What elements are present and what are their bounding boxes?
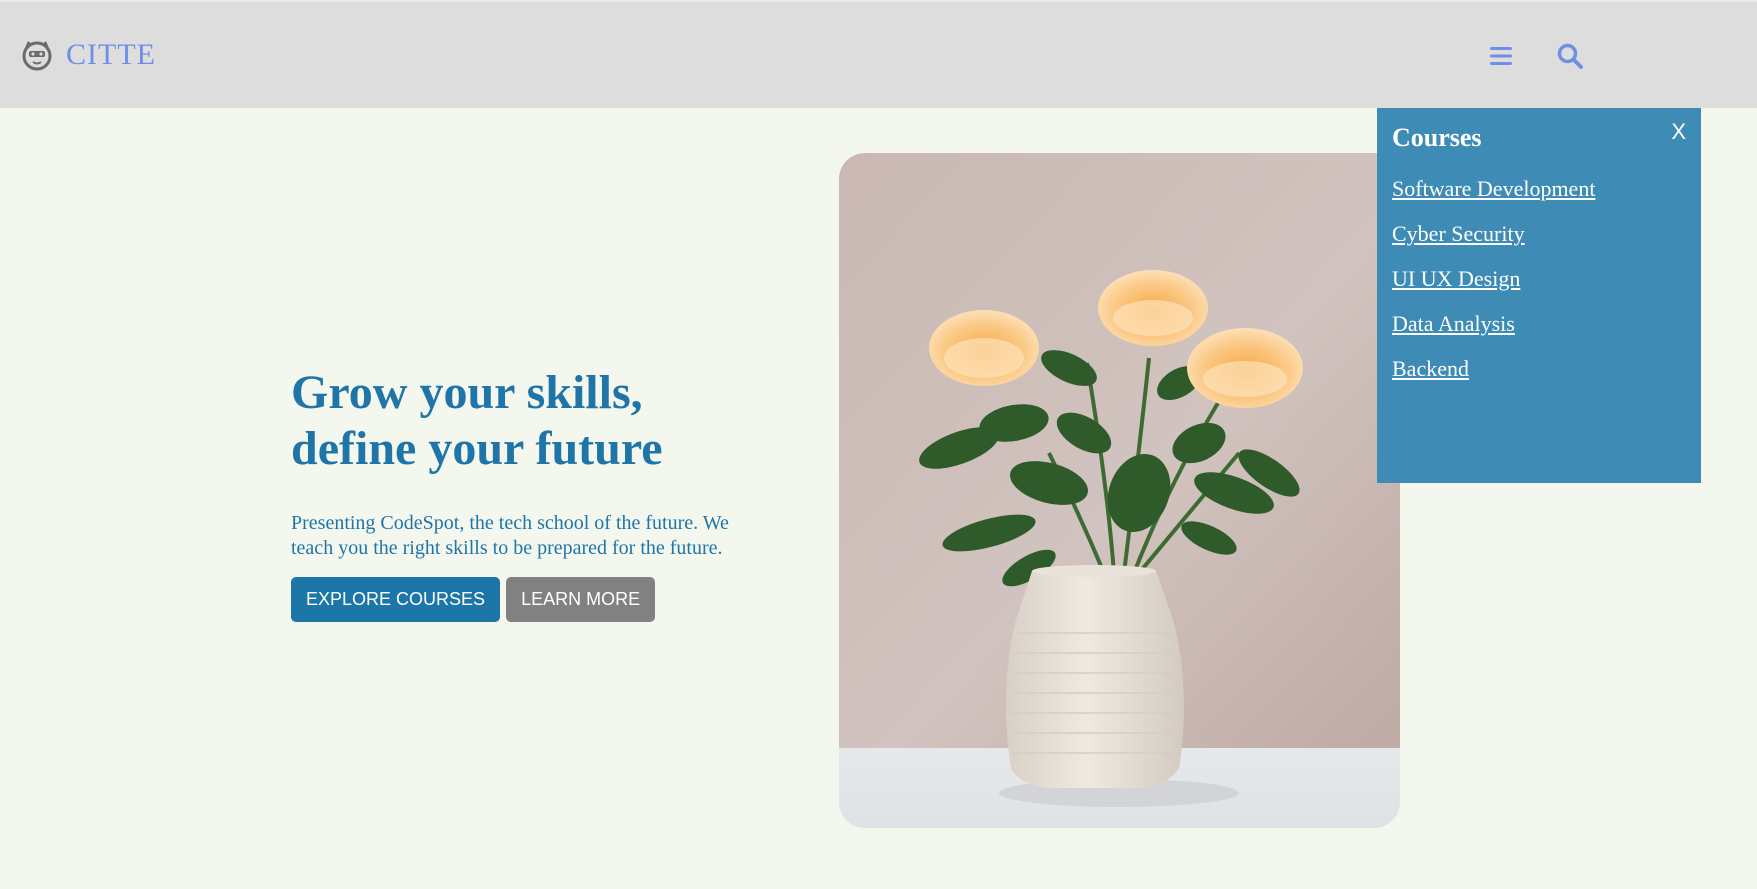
- course-list: Software Development Cyber Security UI U…: [1392, 176, 1686, 385]
- close-button[interactable]: X: [1671, 120, 1686, 144]
- hero-buttons: EXPLORE COURSES LEARN MORE: [291, 577, 791, 622]
- list-item: UI UX Design: [1392, 266, 1686, 295]
- brand[interactable]: CITTE: [20, 38, 156, 72]
- hero-title-line-2: define your future: [291, 422, 663, 475]
- search-icon[interactable]: [1556, 42, 1584, 70]
- roses-in-vase-image: [839, 153, 1400, 828]
- hamburger-menu-icon[interactable]: [1487, 42, 1515, 70]
- list-item: Software Development: [1392, 176, 1686, 205]
- explore-courses-button[interactable]: EXPLORE COURSES: [291, 577, 501, 622]
- list-item: Cyber Security: [1392, 221, 1686, 250]
- top-navigation-bar: CITTE: [0, 0, 1757, 108]
- list-item: Data Analysis: [1392, 311, 1686, 340]
- hero-section: Grow your skills, define your future Pre…: [291, 365, 791, 622]
- cat-face-logo-icon: [22, 41, 52, 71]
- course-link-data-analysis[interactable]: Data Analysis: [1392, 311, 1515, 336]
- hero-description: Presenting CodeSpot, the tech school of …: [291, 512, 729, 559]
- courses-panel-title: Courses: [1392, 123, 1482, 152]
- course-link-software-development[interactable]: Software Development: [1392, 176, 1595, 201]
- hero-title-line-1: Grow your skills,: [291, 366, 643, 419]
- course-link-cyber-security[interactable]: Cyber Security: [1392, 221, 1525, 246]
- course-link-ui-ux-design[interactable]: UI UX Design: [1392, 266, 1520, 291]
- hero-title: Grow your skills, define your future: [291, 365, 791, 477]
- course-link-backend[interactable]: Backend: [1392, 356, 1469, 381]
- courses-panel: Courses X Software Development Cyber Sec…: [1377, 108, 1701, 483]
- list-item: Backend: [1392, 356, 1686, 385]
- brand-name: CITTE: [66, 38, 156, 71]
- learn-more-button[interactable]: LEARN MORE: [506, 577, 656, 622]
